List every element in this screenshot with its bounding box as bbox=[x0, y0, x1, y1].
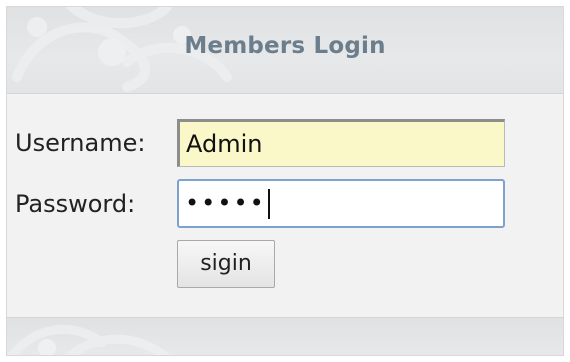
password-mask: ••••• bbox=[185, 189, 266, 217]
login-footer bbox=[7, 317, 563, 355]
login-header: Members Login bbox=[7, 7, 563, 94]
username-field[interactable]: Admin bbox=[177, 119, 505, 167]
login-panel: Members Login Username: Admin Password: … bbox=[6, 6, 564, 356]
password-label: Password: bbox=[15, 190, 136, 218]
login-form: Username: Admin Password: ••••• sigin bbox=[7, 94, 563, 316]
login-title: Members Login bbox=[184, 33, 386, 59]
text-caret bbox=[267, 189, 270, 219]
swirl-ornament-icon bbox=[7, 324, 171, 355]
username-label: Username: bbox=[15, 129, 146, 157]
password-field[interactable]: ••••• bbox=[177, 179, 505, 228]
signin-button[interactable]: sigin bbox=[177, 240, 275, 288]
username-value: Admin bbox=[186, 130, 263, 158]
